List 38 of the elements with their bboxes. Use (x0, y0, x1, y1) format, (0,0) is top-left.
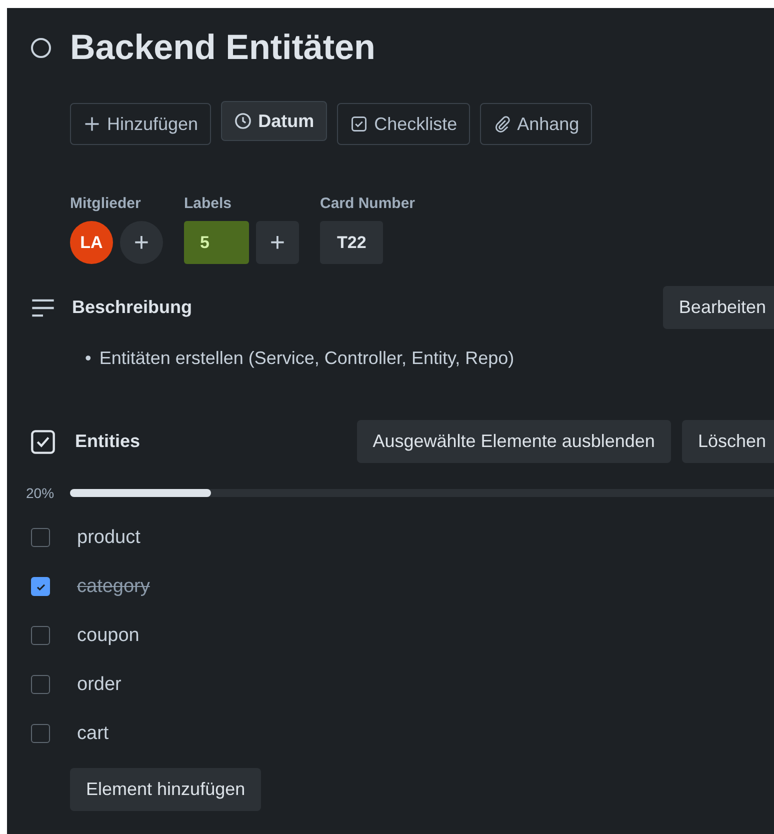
checklist-item: product (77, 526, 140, 548)
add-label-button[interactable]: + (256, 221, 299, 264)
edit-button[interactable]: Bearbeiten (662, 286, 774, 329)
checkbox[interactable] (31, 528, 50, 547)
checkbox[interactable] (31, 577, 50, 596)
action-button[interactable]: Checkliste (337, 103, 470, 145)
member-avatar[interactable]: LA (70, 221, 113, 264)
checklist-item: cart (77, 722, 109, 744)
checkbox[interactable] (31, 675, 50, 694)
plus-icon (83, 115, 101, 133)
checkbox[interactable] (31, 724, 50, 743)
checklist-item: coupon (77, 624, 140, 646)
hide-checked-button[interactable]: Ausgewählte Elemente ausblenden (356, 420, 671, 463)
paperclip-icon (493, 115, 512, 133)
checklist-icon (30, 428, 56, 454)
checkbox-icon (350, 115, 368, 133)
action-button[interactable]: Datum (221, 101, 328, 141)
add-item-button[interactable]: Element hinzufügen (70, 768, 262, 811)
members-heading: Mitglieder (70, 195, 142, 212)
description-text: Entitäten erstellen (Service, Controller, Entity, Repo) (99, 347, 514, 370)
bullet-mark: • (85, 347, 92, 370)
add-member-button[interactable]: + (120, 221, 163, 264)
section-heading: Entities (75, 431, 142, 452)
clock-icon (234, 112, 252, 130)
checklist-item: category (77, 576, 150, 598)
card-number-heading: Card Number (320, 195, 416, 212)
labels-heading: Labels (184, 195, 233, 212)
action-button[interactable]: Hinzufügen (70, 103, 212, 145)
card-number: T22 (320, 221, 384, 264)
checkbox[interactable] (31, 626, 50, 645)
delete-button[interactable]: Löschen (682, 420, 774, 463)
progress-percent: 20% (26, 485, 56, 501)
label-chip[interactable]: 5 (184, 221, 249, 264)
complete-toggle[interactable] (31, 38, 51, 58)
section-heading: Beschreibung (72, 297, 194, 318)
card-title: Backend Entitäten (70, 28, 376, 68)
action-button[interactable]: Anhang (480, 103, 592, 145)
checklist-item: order (77, 674, 122, 696)
